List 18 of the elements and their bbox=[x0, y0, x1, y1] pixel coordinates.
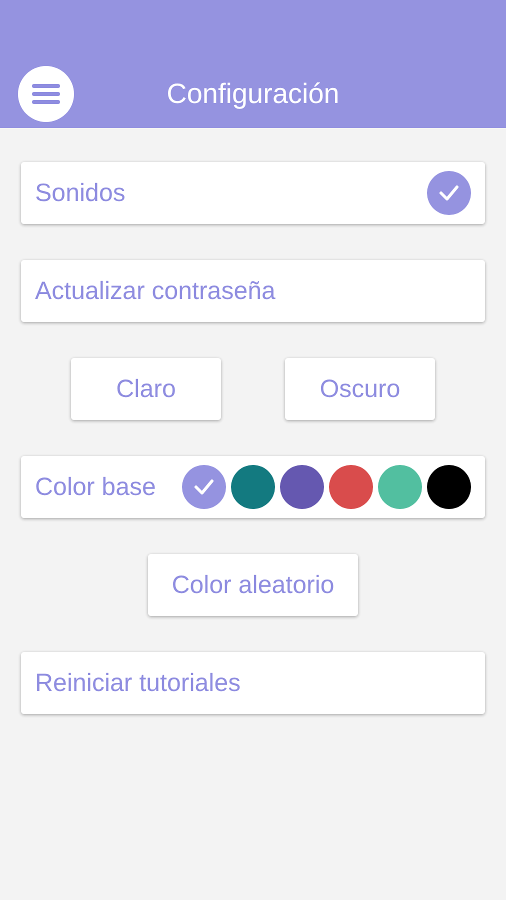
option-button[interactable]: Oscuro bbox=[285, 358, 435, 420]
color-swatch[interactable] bbox=[182, 465, 226, 509]
setting-label: Color base bbox=[35, 472, 157, 502]
color-swatch[interactable] bbox=[231, 465, 275, 509]
color-swatch[interactable] bbox=[378, 465, 422, 509]
settings-button[interactable]: Reiniciar tutoriales bbox=[21, 652, 485, 714]
check-icon bbox=[193, 478, 215, 496]
color-swatch[interactable] bbox=[280, 465, 324, 509]
setting-label: Sonidos bbox=[35, 178, 126, 208]
checkbox[interactable] bbox=[427, 171, 471, 215]
option-button[interactable]: Claro bbox=[71, 358, 221, 420]
color-swatch[interactable] bbox=[427, 465, 471, 509]
check-icon bbox=[438, 184, 460, 202]
menu-icon bbox=[32, 83, 60, 105]
settings-button[interactable]: Actualizar contraseña bbox=[21, 260, 485, 322]
screen-title: Configuración bbox=[166, 78, 340, 109]
option-button[interactable]: Color aleatorio bbox=[148, 554, 358, 616]
color-swatch[interactable] bbox=[329, 465, 373, 509]
